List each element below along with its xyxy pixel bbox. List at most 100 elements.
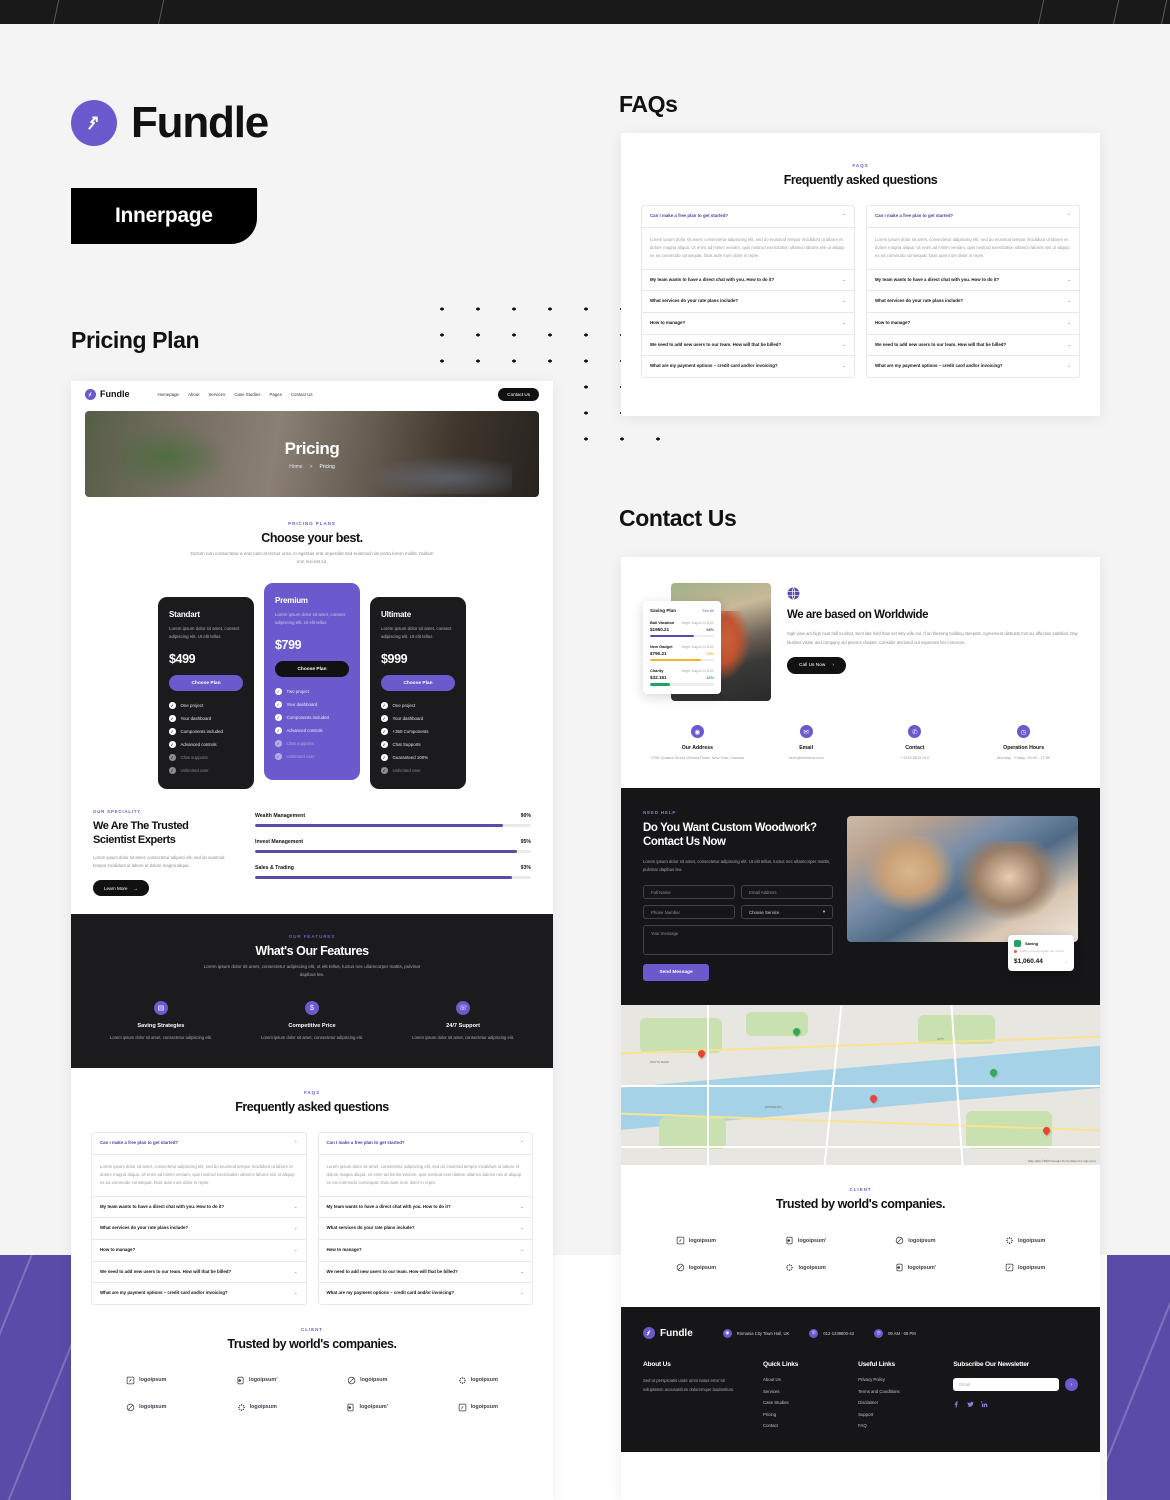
saving-target: Target: August 24,2022 — [681, 645, 714, 650]
plan-price: $499 — [169, 652, 196, 667]
footer-link[interactable]: About Us — [763, 1377, 832, 1382]
nav-link-homepage[interactable]: Homepage — [158, 392, 179, 397]
faq-question: My team wants to have a direct chat with… — [326, 1203, 451, 1209]
send-message-button[interactable]: Send Message — [643, 964, 709, 982]
navbar-contact-button[interactable]: Contact Us — [498, 387, 539, 401]
faq-item[interactable]: We need to add new users to our team. Ho… — [642, 335, 854, 357]
saving-percent: 32% — [706, 676, 714, 681]
info-name: Operation Hours — [1003, 745, 1045, 751]
faq-item[interactable]: We need to add new users to our team. Ho… — [867, 335, 1079, 357]
footer-link[interactable]: Contact — [763, 1423, 832, 1428]
navbar-logo[interactable]: Fundle — [85, 388, 130, 400]
faq-item[interactable]: How to manage? ⌄ — [642, 313, 854, 335]
twitter-icon[interactable] — [967, 1401, 974, 1410]
faq-item[interactable]: Can I make a free plan to get started? ⌃ — [92, 1133, 306, 1155]
nav-link-services[interactable]: Services — [208, 392, 225, 397]
skill-label: Invest Management — [255, 838, 304, 845]
see-all-link[interactable]: See All — [702, 609, 714, 613]
chevron-right-icon: › — [832, 662, 834, 668]
phone-number-input[interactable]: Phone Number — [643, 905, 735, 920]
call-us-now-button[interactable]: Call Us Now › — [787, 656, 846, 674]
client-logo-mark-icon — [236, 1376, 245, 1385]
arrow-right-icon[interactable]: → — [1063, 959, 1068, 965]
footer-link[interactable]: Services — [763, 1389, 832, 1394]
info-name: Email — [799, 745, 814, 751]
breadcrumb-home[interactable]: Home — [289, 464, 302, 470]
faq-item[interactable]: What services do your rate plans include… — [642, 291, 854, 313]
faq-item[interactable]: How to manage? ⌄ — [318, 1240, 532, 1262]
pricing-card-premium[interactable]: Premium Lorem ipsum dolor sit amet, cons… — [264, 583, 360, 780]
faq-item[interactable]: We need to add new users to our team. Ho… — [318, 1262, 532, 1284]
faq-item[interactable]: What services do your rate plans include… — [867, 291, 1079, 313]
faq-item[interactable]: My team wants to have a direct chat with… — [867, 270, 1079, 292]
newsletter-email-input[interactable]: Email — [953, 1378, 1059, 1392]
faq-item[interactable]: What are my payment options – credit car… — [319, 1283, 533, 1304]
newsletter-submit-button[interactable]: › — [1065, 1378, 1078, 1392]
footer-useful-links-column: Useful Links Privacy Policy Terms and Co… — [858, 1361, 927, 1428]
saving-plan-card: Saving Plan See All Bali Vacation Target:… — [643, 601, 721, 694]
choose-plan-button[interactable]: Choose Plan — [381, 675, 455, 692]
check-icon: ✓ — [381, 754, 388, 761]
location-map[interactable]: SOUTH BANK WATERLOO CITY Map data ©2023 … — [621, 1005, 1100, 1166]
pricing-card-ultimate[interactable]: Ultimate Lorem ipsum dolor sit amet, con… — [370, 597, 466, 789]
faq-item[interactable]: My team wants to have a direct chat with… — [92, 1197, 306, 1219]
client-logo: logoipsum — [423, 1394, 534, 1421]
faq-item[interactable]: What services do your rate plans include… — [92, 1218, 306, 1240]
contact-hero-text: Sigh view am high neat half to what. Sen… — [787, 631, 1078, 645]
chevron-down-icon: ⌄ — [842, 319, 846, 325]
faq-item[interactable]: My team wants to have a direct chat with… — [318, 1197, 532, 1219]
faq-item[interactable]: Can I make a free plan to get started? ⌃ — [867, 206, 1079, 228]
faq-item[interactable]: What are my payment options – credit car… — [642, 356, 854, 377]
contact-cta-section: NEED HELP Do You Want Custom Woodwork? C… — [621, 787, 1100, 1006]
faq-item[interactable]: Can I make a free plan to get started? ⌃ — [642, 206, 854, 228]
choose-plan-button[interactable]: Choose Plan — [275, 661, 349, 678]
email-address-input[interactable]: Email Address — [741, 885, 833, 900]
info-value: Monday - Friday: 09:00 - 17:00 — [997, 755, 1051, 760]
nav-link-pages[interactable]: Pages — [269, 392, 281, 397]
faq-item[interactable]: We need to add new users to our team. Ho… — [92, 1262, 306, 1284]
nav-link-case-studies[interactable]: Case Studies — [234, 392, 260, 397]
faq-question: What services do your rate plans include… — [875, 298, 964, 304]
contact-hero-title: We are based on Worldwide — [787, 609, 929, 621]
footer-link[interactable]: Disclaimer — [858, 1400, 927, 1405]
chevron-down-icon: ⌄ — [842, 298, 846, 304]
footer-link[interactable]: Case Studies — [763, 1400, 832, 1405]
linkedin-icon[interactable] — [981, 1401, 988, 1410]
footer-logo[interactable]: Fundle — [643, 1327, 693, 1340]
learn-more-button[interactable]: Learn More → — [93, 880, 150, 897]
chevron-down-icon: ⌄ — [1067, 276, 1071, 282]
faq-item[interactable]: What services do your rate plans include… — [318, 1218, 532, 1240]
client-logo-mark-icon — [1005, 1236, 1014, 1245]
saving-target: Target: August 24,2022 — [681, 621, 714, 625]
footer-link[interactable]: Pricing — [763, 1412, 832, 1417]
nav-link-contact-us[interactable]: Contact Us — [291, 392, 313, 397]
footer-heading: Subscribe Our Newsletter — [953, 1361, 1030, 1369]
choose-service-select[interactable]: Choose Service ▾ — [741, 905, 833, 920]
skill-label: Sales & Trading — [255, 864, 294, 871]
footer-link[interactable]: FAQ — [858, 1423, 927, 1428]
footer-link[interactable]: Terms and Conditions — [858, 1389, 927, 1394]
footer-link[interactable]: Privacy Policy — [858, 1377, 927, 1382]
full-name-input[interactable]: Full Name — [643, 885, 735, 900]
faq-item[interactable]: Can I make a free plan to get started? ⌃ — [318, 1133, 532, 1155]
message-textarea[interactable]: Your message — [643, 925, 833, 956]
faq-item[interactable]: How to manage? ⌄ — [867, 313, 1079, 335]
choose-plan-button[interactable]: Choose Plan — [169, 675, 243, 692]
client-logo: logoipsum — [641, 1227, 751, 1254]
footer-about-column: About Us Sed ut perspiciatis unde omni n… — [643, 1361, 737, 1428]
cta-title: Do You Want Custom Woodwork? Contact Us … — [643, 821, 817, 849]
chevron-down-icon: ⌄ — [293, 1246, 298, 1252]
facebook-icon[interactable] — [953, 1401, 960, 1410]
chevron-down-icon: ⌄ — [520, 1225, 524, 1231]
footer-link[interactable]: Support — [858, 1412, 927, 1417]
pricing-title: Choose your best. — [261, 531, 363, 545]
pricing-card-standart[interactable]: Standart Lorem ipsum dolor sit amet, con… — [158, 597, 254, 789]
info-value: +1234 5678 910 — [900, 755, 929, 760]
faq-item[interactable]: My team wants to have a direct chat with… — [642, 270, 854, 292]
faq-item[interactable]: How to manage? ⌄ — [92, 1240, 306, 1262]
faq-item[interactable]: What are my payment options – credit car… — [92, 1283, 306, 1304]
nav-link-about[interactable]: About — [188, 392, 199, 397]
client-logo-mark-icon — [785, 1263, 794, 1272]
faq-item[interactable]: What are my payment options – credit car… — [867, 356, 1079, 377]
client-logo-mark-icon — [676, 1236, 685, 1245]
